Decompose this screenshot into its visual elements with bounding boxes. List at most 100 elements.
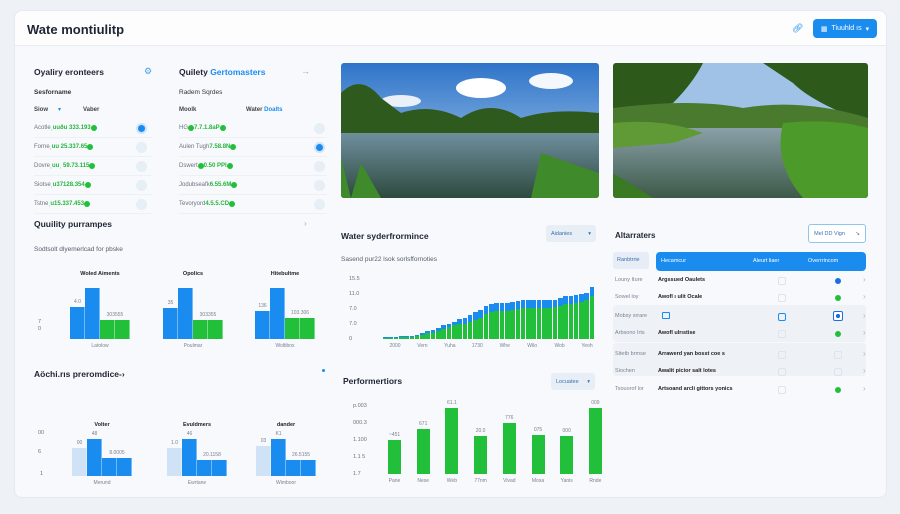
- bar-segment[interactable]: [531, 308, 537, 339]
- bar-segment[interactable]: [552, 307, 558, 339]
- bar-segment[interactable]: [510, 309, 515, 339]
- table-row[interactable]: Forne ˌuu 25.337.65: [34, 138, 152, 157]
- bar-segment[interactable]: [436, 328, 441, 332]
- bar-segment[interactable]: [462, 317, 468, 324]
- bar-segment[interactable]: [510, 302, 515, 310]
- bar-segment[interactable]: [589, 296, 595, 339]
- bar-segment[interactable]: [430, 333, 436, 339]
- bar-segment[interactable]: [478, 317, 484, 339]
- bar-segment[interactable]: [441, 325, 446, 330]
- table-row[interactable]: HG 7.7.1.8aP: [179, 119, 327, 138]
- bar-segment[interactable]: [494, 311, 499, 339]
- bar[interactable]: [197, 460, 212, 476]
- bar-segment[interactable]: [483, 313, 489, 339]
- bar-segment[interactable]: [388, 338, 393, 339]
- bar-segment[interactable]: [552, 299, 558, 308]
- table-row[interactable]: Dswert 0.50 PPI: [179, 157, 327, 176]
- bar-segment[interactable]: [473, 311, 478, 320]
- info-icon[interactable]: [136, 141, 147, 153]
- bar-segment[interactable]: [420, 335, 425, 339]
- bar[interactable]: [85, 288, 100, 339]
- bar[interactable]: [301, 460, 316, 476]
- alert-row[interactable]: Tsouorof lor Artsoand arcli gittors yonic…: [613, 381, 866, 399]
- bar-segment[interactable]: [425, 331, 431, 334]
- bar-segment[interactable]: [504, 310, 510, 339]
- bar-segment[interactable]: [451, 321, 457, 326]
- bar-segment[interactable]: [489, 311, 494, 339]
- bar-segment[interactable]: [467, 314, 473, 322]
- checkbox[interactable]: [834, 368, 842, 376]
- bar-segment[interactable]: [457, 324, 462, 339]
- chevron-right-icon[interactable]: ›: [863, 311, 866, 320]
- bar[interactable]: [182, 439, 197, 476]
- bar-segment[interactable]: [393, 338, 399, 339]
- bar-segment[interactable]: [478, 309, 484, 318]
- bar-segment[interactable]: [547, 308, 552, 339]
- alert-row[interactable]: Louny Iture Argssued Oaulets ›: [613, 272, 866, 290]
- bar-segment[interactable]: [473, 319, 478, 339]
- bar-segment[interactable]: [547, 300, 552, 309]
- bar-segment[interactable]: [542, 300, 547, 309]
- chevron-right-icon[interactable]: ›: [304, 219, 307, 228]
- bar[interactable]: [388, 439, 401, 474]
- alert-row[interactable]: Arbsono Irts Awofl ulrıstise ›: [613, 325, 866, 343]
- column-header[interactable]: Vaber: [83, 107, 99, 113]
- dashboard-button[interactable]: ▦ Tiuuhld ıs ▾: [813, 19, 877, 38]
- bar-segment[interactable]: [573, 303, 579, 339]
- info-icon[interactable]: [314, 141, 325, 153]
- metric-select[interactable]: Locuatee ▾: [551, 373, 595, 390]
- info-icon[interactable]: [314, 122, 325, 134]
- sort-icon[interactable]: ▾: [58, 106, 61, 113]
- bar[interactable]: [115, 320, 130, 339]
- bar[interactable]: [271, 439, 286, 476]
- bar-segment[interactable]: [499, 310, 505, 339]
- chevron-right-icon[interactable]: ›: [863, 275, 866, 284]
- bar-segment[interactable]: [441, 329, 446, 339]
- alert-row[interactable]: Mobsy srrare ›: [613, 308, 866, 326]
- bar[interactable]: [285, 317, 300, 339]
- bar[interactable]: [193, 320, 208, 339]
- chevron-right-icon[interactable]: ›: [863, 349, 866, 358]
- bar-segment[interactable]: [563, 304, 568, 339]
- bar[interactable]: [117, 457, 132, 476]
- bar-segment[interactable]: [536, 300, 542, 309]
- column-header[interactable]: Moolk: [179, 107, 196, 113]
- link-icon[interactable]: 🔗︎: [792, 23, 803, 34]
- bar[interactable]: [102, 457, 117, 476]
- alert-row[interactable]: Sowel loy Awofl ı ulit Ocale ›: [613, 289, 866, 307]
- bar-segment[interactable]: [526, 300, 531, 309]
- bar-segment[interactable]: [494, 303, 499, 312]
- checkbox[interactable]: [778, 294, 786, 302]
- bar[interactable]: [256, 446, 271, 476]
- folder-icon[interactable]: [662, 312, 670, 319]
- bar-segment[interactable]: [462, 323, 468, 339]
- bar-segment[interactable]: [393, 337, 399, 339]
- bar-segment[interactable]: [584, 300, 590, 339]
- bar[interactable]: [100, 320, 115, 339]
- info-icon[interactable]: [136, 179, 147, 191]
- bar-segment[interactable]: [542, 308, 547, 339]
- bar[interactable]: [416, 428, 430, 474]
- alert-row[interactable]: Siochen Awalit picior salt lotes ›: [613, 363, 866, 381]
- chevron-right-icon[interactable]: ›: [863, 384, 866, 393]
- info-icon[interactable]: [136, 160, 147, 172]
- bar-segment[interactable]: [388, 337, 393, 339]
- bar-segment[interactable]: [568, 296, 574, 305]
- bar[interactable]: [212, 460, 227, 476]
- checkbox[interactable]: [778, 386, 786, 394]
- bar-segment[interactable]: [526, 308, 531, 339]
- table-row[interactable]: Aulen Tugh 7.58.8N: [179, 138, 327, 157]
- table-row[interactable]: Jodubseafk 6.55.6M: [179, 176, 327, 195]
- bar[interactable]: [208, 320, 223, 339]
- bar-segment[interactable]: [409, 336, 415, 339]
- bar[interactable]: [70, 307, 85, 339]
- bar[interactable]: [167, 447, 182, 476]
- info-icon[interactable]: [314, 160, 325, 172]
- bar-segment[interactable]: [515, 308, 521, 339]
- bar[interactable]: [270, 288, 285, 339]
- bar-segment[interactable]: [404, 335, 409, 338]
- checkbox[interactable]: [778, 277, 786, 285]
- column-header[interactable]: Siow: [34, 107, 48, 113]
- bar[interactable]: [300, 317, 315, 339]
- bar-segment[interactable]: [446, 327, 452, 339]
